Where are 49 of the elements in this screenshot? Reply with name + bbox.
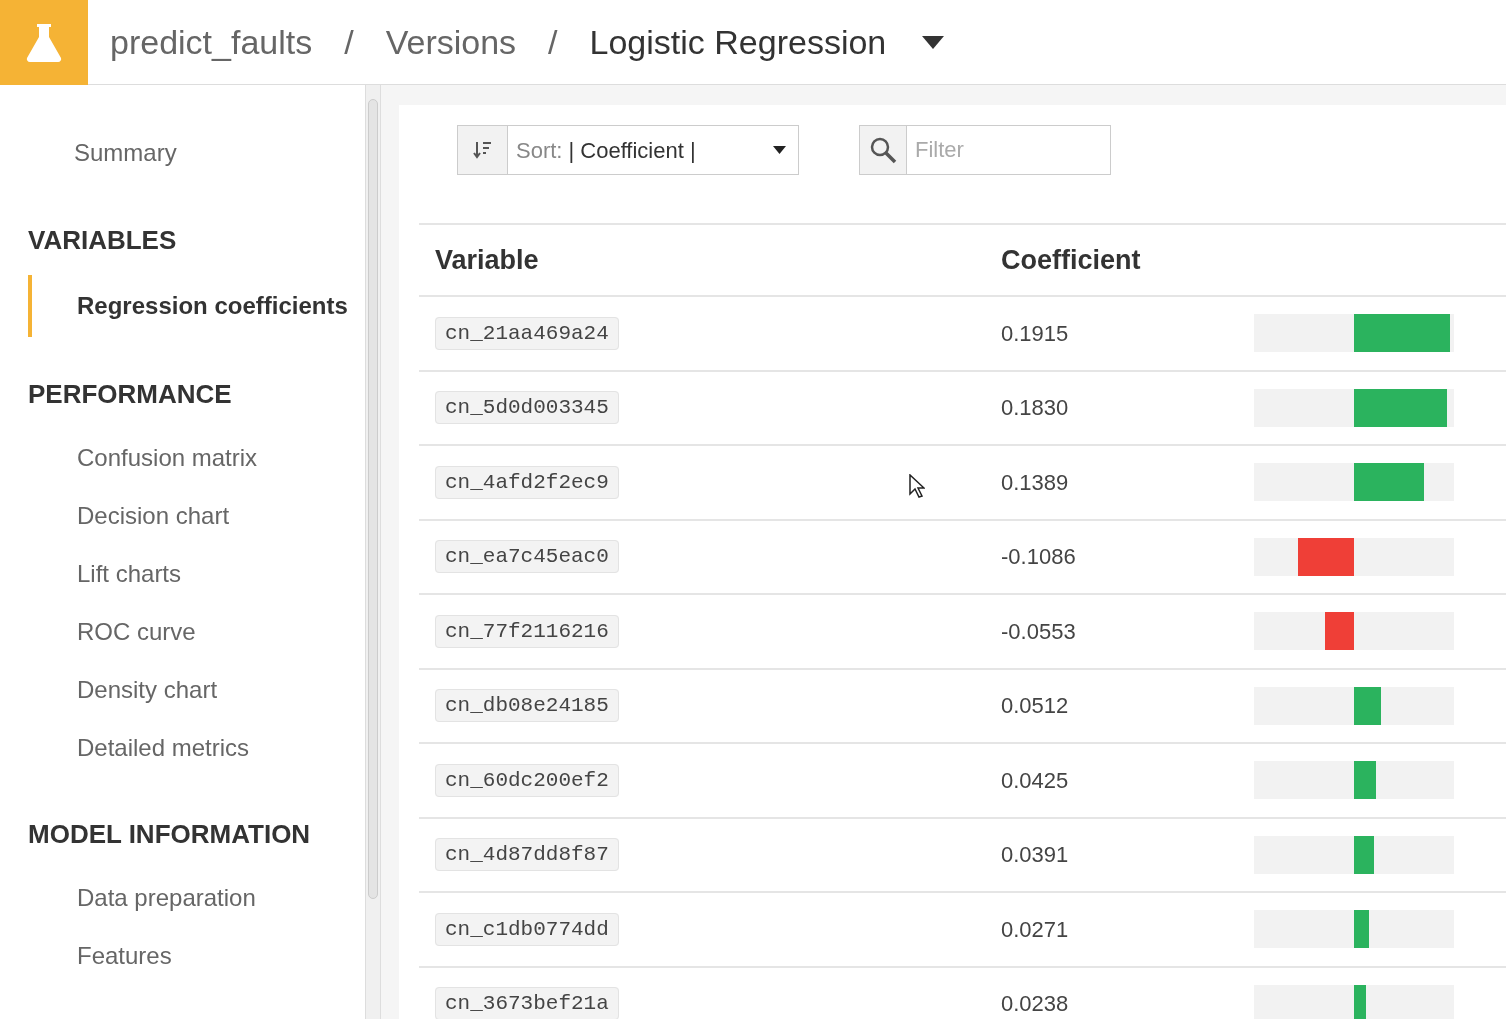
breadcrumb-separator: / xyxy=(548,21,558,63)
coefficient-value: 0.0391 xyxy=(1001,841,1070,870)
sort-label: Sort: xyxy=(516,136,563,165)
coefficient-value: 0.1830 xyxy=(1001,394,1070,423)
filter-field[interactable]: Filter xyxy=(907,125,1111,175)
mouse-cursor-icon xyxy=(909,474,925,498)
variable-name: cn_77f2116216 xyxy=(435,614,619,648)
sort-icon xyxy=(472,140,493,160)
sidebar-item[interactable]: Features xyxy=(28,927,365,985)
variable-name: cn_db08e24185 xyxy=(435,689,619,722)
breadcrumb-separator: / xyxy=(344,21,354,63)
breadcrumb-item[interactable]: Logistic Regression xyxy=(589,16,887,68)
variable-name: cn_c1db0774dd xyxy=(435,912,619,946)
coefficient-value: 0.0512 xyxy=(1001,692,1070,721)
coefficient-value: -0.0553 xyxy=(1001,617,1077,646)
variable-name: cn_4d87dd8f87 xyxy=(435,838,619,871)
section-heading: MODEL INFORMATION xyxy=(27,817,312,851)
search-icon xyxy=(869,136,897,164)
breadcrumb-item[interactable]: predict_faults xyxy=(110,16,313,68)
variable-name: cn_3673bef21a xyxy=(435,987,619,1019)
sort-dropdown[interactable]: Sort: | Coefficient | xyxy=(457,125,799,175)
column-header: Variable xyxy=(434,243,540,277)
variable-name: cn_5d0d003345 xyxy=(435,391,619,424)
coefficient-value: 0.1389 xyxy=(1001,468,1070,497)
caret-icon xyxy=(773,146,786,154)
sort-value: | Coefficient | xyxy=(568,136,696,165)
sidebar-item[interactable]: Lift charts xyxy=(28,545,365,603)
sidebar-item[interactable]: Confusion matrix xyxy=(28,429,365,487)
section-heading: VARIABLES xyxy=(27,223,178,257)
variable-name: cn_60dc200ef2 xyxy=(435,763,619,797)
coefficient-value: 0.0271 xyxy=(1001,915,1070,944)
coefficient-value: 0.1915 xyxy=(1001,319,1070,348)
variable-name: cn_ea7c45eac0 xyxy=(435,540,619,573)
coefficient-value: -0.1086 xyxy=(1001,543,1077,572)
sidebar-item[interactable]: Decision chart xyxy=(28,487,365,545)
variable-name: cn_21aa469a24 xyxy=(435,316,619,350)
column-header: Coefficient xyxy=(1001,243,1141,277)
breadcrumb-item[interactable]: Versions xyxy=(385,16,517,68)
coefficient-value: 0.0238 xyxy=(1001,990,1070,1019)
sidebar-item[interactable]: ROC curve xyxy=(28,603,365,661)
sidebar-item[interactable]: Summary xyxy=(0,123,365,183)
coefficient-value: 0.0425 xyxy=(1001,766,1070,795)
section-heading: PERFORMANCE xyxy=(27,377,233,411)
dropdown-caret-icon[interactable] xyxy=(922,35,945,49)
sidebar-item[interactable]: Density chart xyxy=(28,661,365,719)
sidebar-item[interactable]: Data preparation xyxy=(28,869,365,927)
variable-name: cn_4afd2f2ec9 xyxy=(435,465,619,499)
search-button[interactable] xyxy=(859,125,907,175)
sidebar-item[interactable]: Detailed metrics xyxy=(28,719,365,777)
